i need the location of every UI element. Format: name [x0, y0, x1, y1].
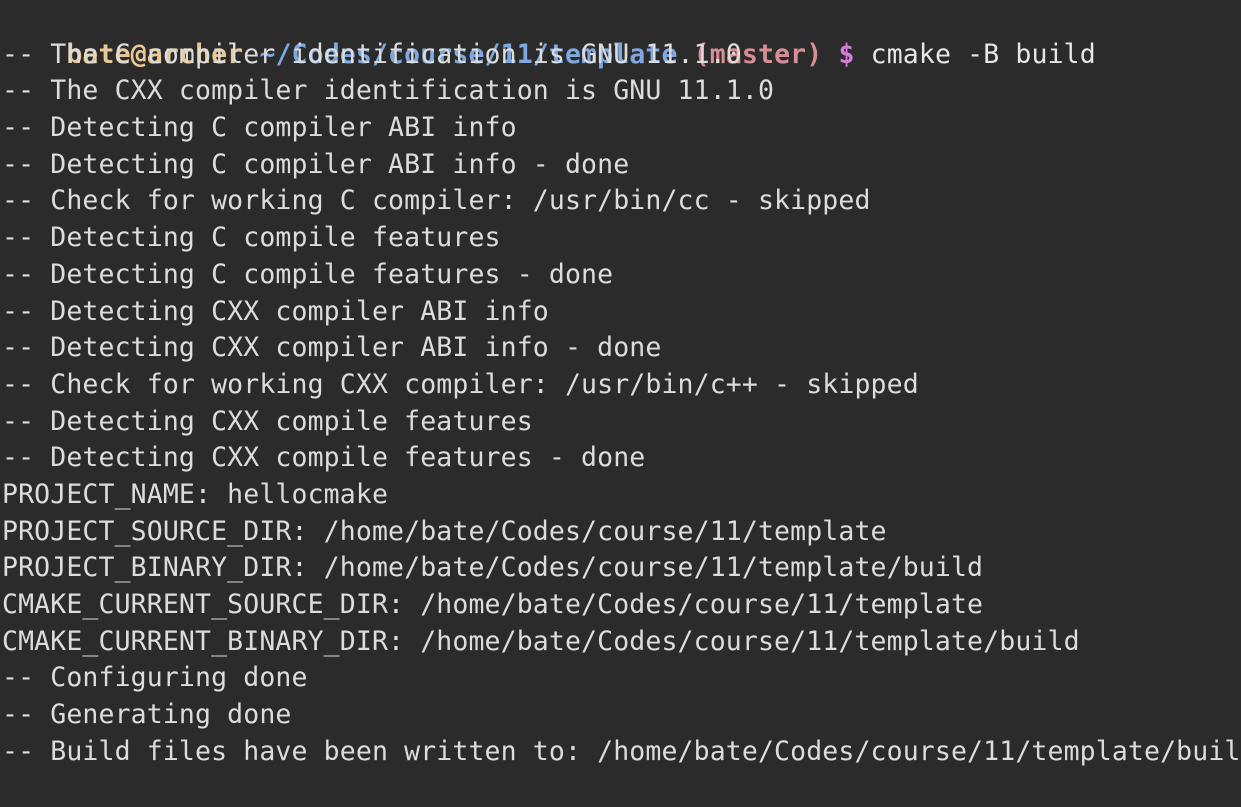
entered-command: cmake -B build — [870, 38, 1096, 70]
prompt-line-command: bate@archer ~/Codes/course/11/template (… — [0, 0, 1241, 70]
output-line: -- Build files have been written to: /ho… — [2, 735, 1241, 767]
output-line: -- The CXX compiler identification is GN… — [2, 75, 775, 107]
output-line: PROJECT_NAME: hellocmake — [2, 478, 389, 510]
output-line: -- Check for working CXX compiler: /usr/… — [2, 368, 919, 400]
output-line: -- Configuring done — [2, 662, 308, 694]
output-line: -- Detecting C compile features — [2, 222, 501, 254]
output-line: -- Detecting C compile features - done — [2, 258, 614, 290]
output-line: -- Detecting C compiler ABI info — [2, 112, 517, 144]
output-line: -- Check for working C compiler: /usr/bi… — [2, 185, 871, 217]
output-line: PROJECT_SOURCE_DIR: /home/bate/Codes/cou… — [2, 515, 887, 547]
output-line: CMAKE_CURRENT_BINARY_DIR: /home/bate/Cod… — [2, 625, 1080, 657]
output-line: -- Detecting CXX compile features — [2, 405, 533, 437]
output-line: -- Detecting CXX compile features - done — [2, 442, 646, 474]
output-line: -- Detecting CXX compiler ABI info - don… — [2, 332, 662, 364]
output-line: -- Generating done — [2, 699, 292, 731]
prompt-line-current[interactable]: bate@archer ~/Codes/course/11/template (… — [0, 770, 1241, 807]
output-line: PROJECT_BINARY_DIR: /home/bate/Codes/cou… — [2, 552, 984, 584]
output-line: -- Detecting CXX compiler ABI info — [2, 295, 549, 327]
output-line: -- Detecting C compiler ABI info - done — [2, 148, 630, 180]
prompt-symbol: $ — [838, 38, 855, 70]
output-line: CMAKE_CURRENT_SOURCE_DIR: /home/bate/Cod… — [2, 589, 984, 620]
terminal-window[interactable]: bate@archer ~/Codes/course/11/template (… — [0, 0, 1241, 807]
